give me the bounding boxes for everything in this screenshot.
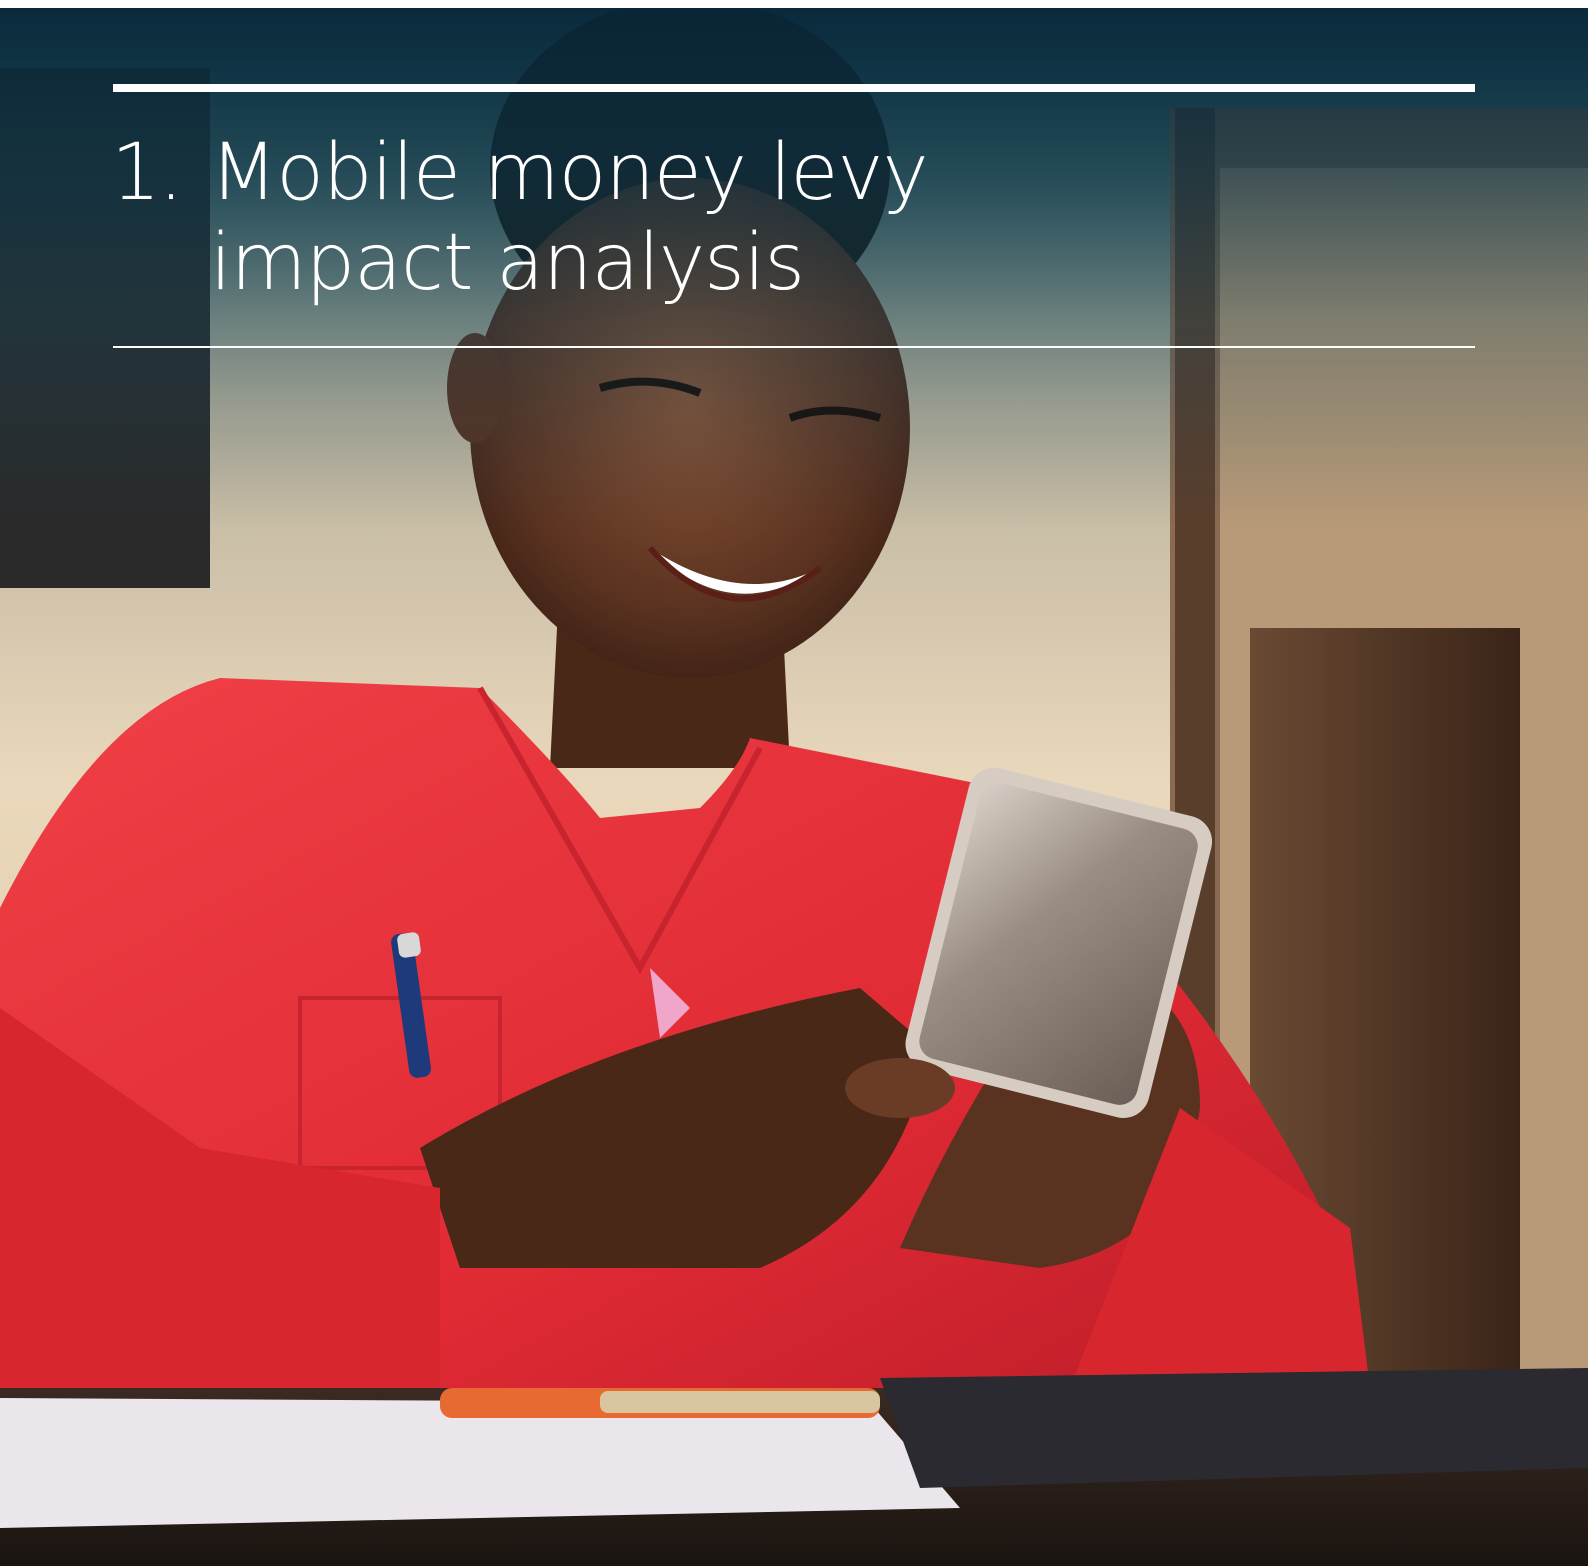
section-title: Mobile money levy impact analysis xyxy=(210,128,1310,308)
top-divider-rule xyxy=(113,84,1475,92)
section-title-line-2: impact analysis xyxy=(210,218,805,308)
report-section-cover: 1. Mobile money levy impact analysis xyxy=(0,0,1588,1566)
section-title-line-1: Mobile money levy xyxy=(210,128,929,218)
bottom-divider-rule xyxy=(113,346,1475,348)
section-number: 1. xyxy=(111,128,183,218)
